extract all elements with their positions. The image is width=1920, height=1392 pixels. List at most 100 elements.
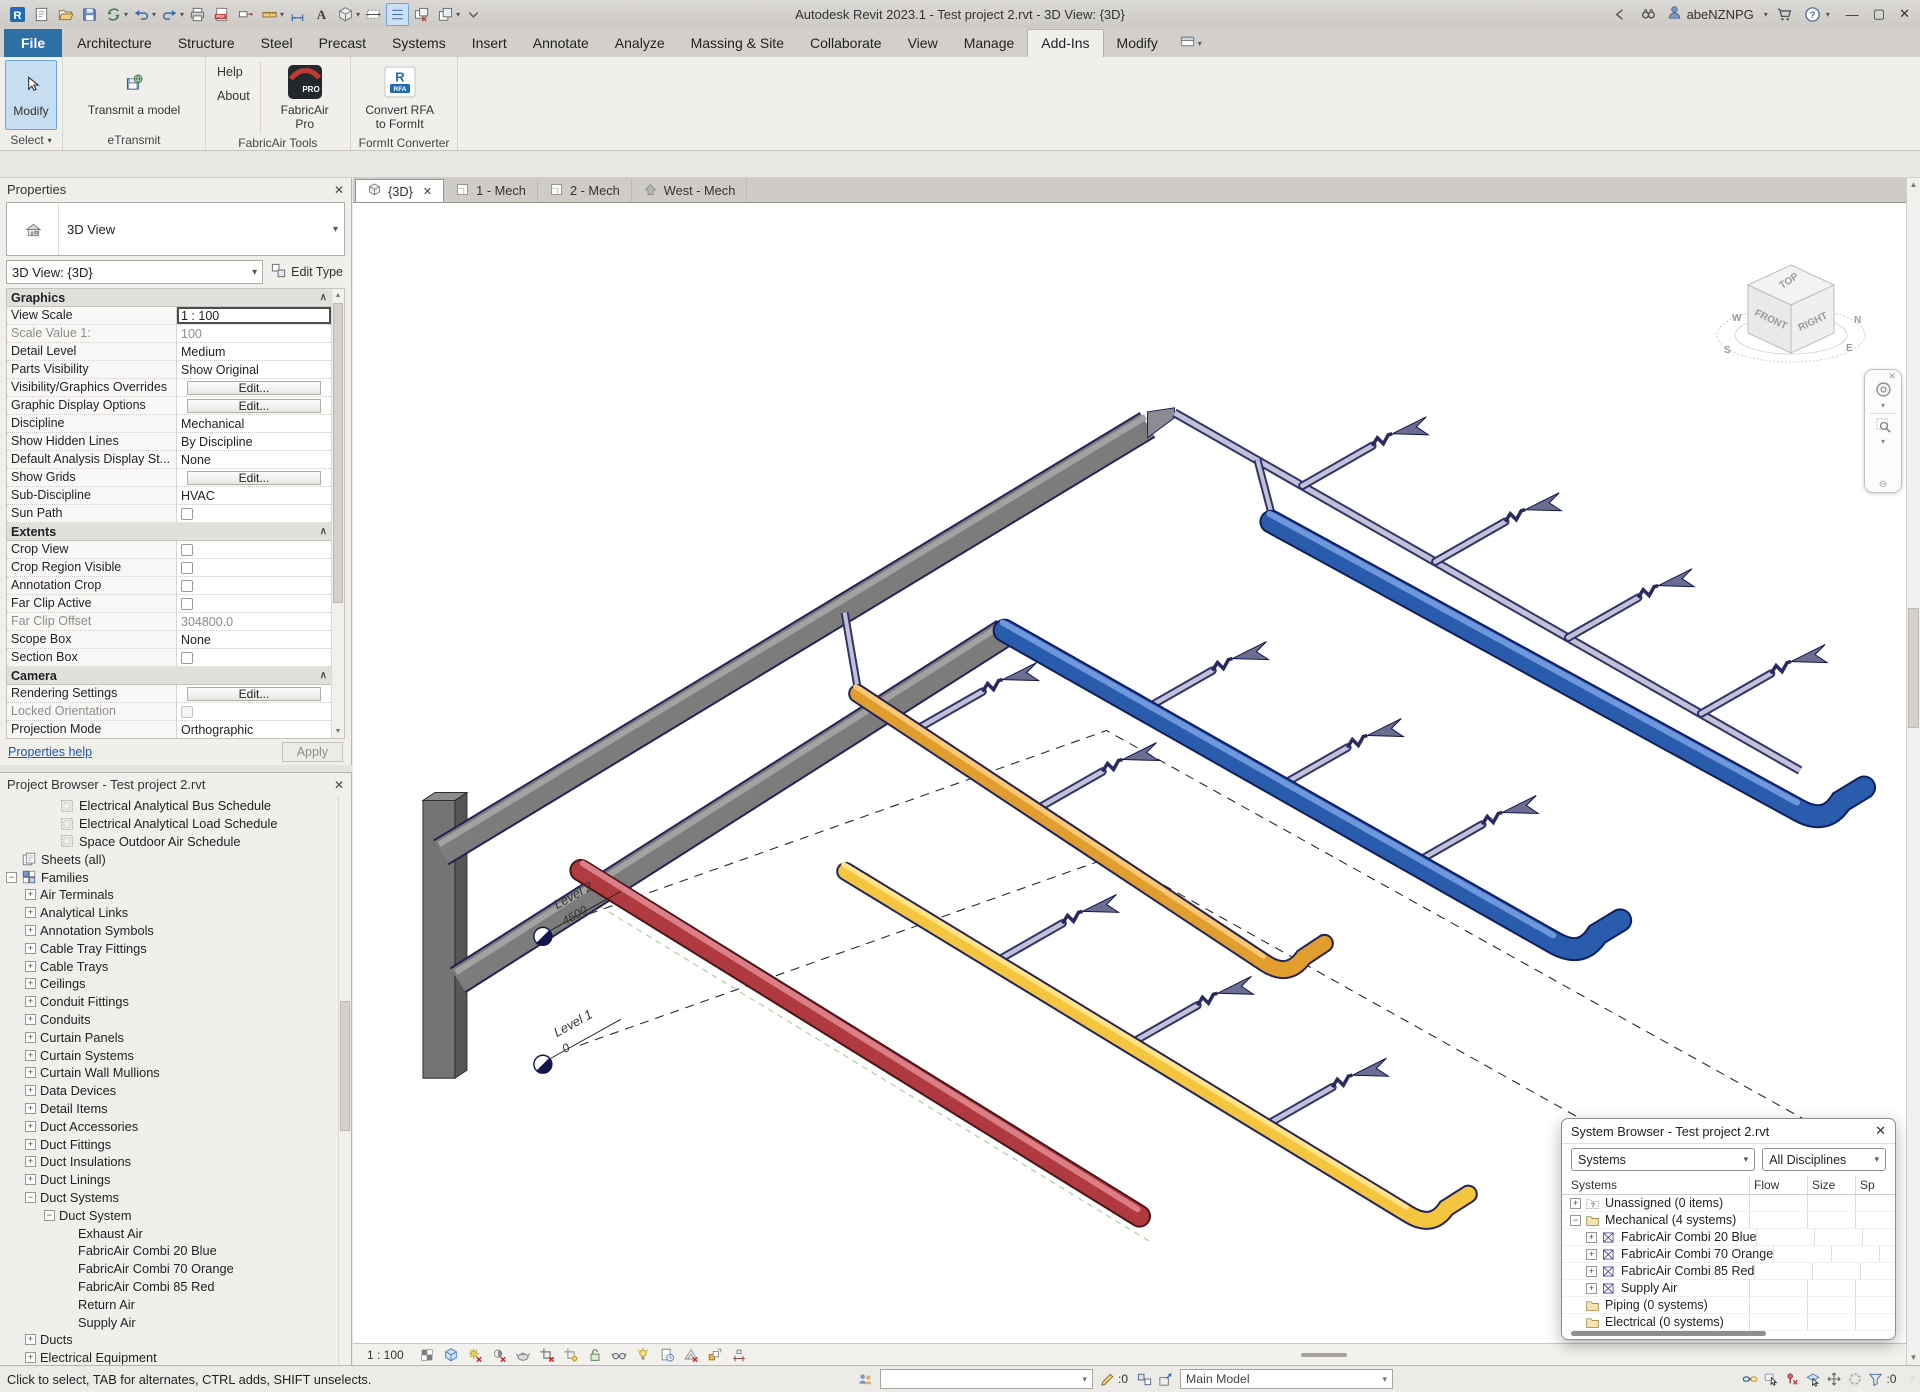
tree-expander-icon[interactable]: − [25,1192,36,1203]
ribbon-tab-collaborate[interactable]: Collaborate [797,30,895,57]
filter-icon[interactable] [1865,1369,1886,1389]
project-browser-item-analytical-links[interactable]: +Analytical Links [0,904,351,922]
tree-expander-icon[interactable]: − [6,872,17,883]
property-row-rendering-settings[interactable]: Rendering SettingsEdit... [7,685,331,703]
export-pdf-icon[interactable]: PDF [210,3,233,26]
detail-level-icon[interactable] [417,1345,438,1364]
system-browser-view-select[interactable]: Systems▾ [1571,1148,1755,1171]
tree-expander-icon[interactable]: + [25,978,36,989]
checkbox[interactable] [181,562,193,574]
select-by-face-icon[interactable] [1802,1369,1823,1389]
project-browser-item-curtain-wall-mullions[interactable]: +Curtain Wall Mullions [0,1064,351,1082]
project-browser-item-detail-items[interactable]: +Detail Items [0,1100,351,1118]
property-row-sun-path[interactable]: Sun Path [7,505,331,523]
ribbon-tab-precast[interactable]: Precast [306,30,379,57]
dropdown-arrow-icon[interactable]: ▾ [456,10,460,19]
background-processes-icon[interactable] [1844,1369,1865,1389]
undo-icon[interactable] [130,3,153,26]
property-row-projection-mode[interactable]: Projection ModeOrthographic [7,721,331,739]
maximize-button[interactable]: ▢ [1873,6,1885,22]
vertical-scrollbar[interactable]: ▲ ▼ [1906,178,1920,1365]
save-icon[interactable] [78,3,101,26]
project-browser-item-cable-tray-fittings[interactable]: +Cable Tray Fittings [0,939,351,957]
system-browser-item-unassigned-0-items[interactable]: +?Unassigned (0 items) [1562,1195,1895,1212]
ribbon-tab-steel[interactable]: Steel [248,30,306,57]
active-design-option-icon[interactable] [1155,1369,1176,1389]
project-browser-item-cable-trays[interactable]: +Cable Trays [0,957,351,975]
close-view-tab-icon[interactable]: ✕ [423,185,432,198]
tree-expander-icon[interactable]: + [25,1103,36,1114]
checkbox[interactable] [181,544,193,556]
edit-button[interactable]: Edit... [187,687,321,701]
ribbon-tab-add-ins[interactable]: Add-Ins [1027,29,1103,57]
properties-section-extents[interactable]: Extents∧ [7,523,331,541]
property-row-far-clip-active[interactable]: Far Clip Active [7,595,331,613]
rendering-dialog-icon[interactable] [513,1345,534,1364]
project-browser-item-data-devices[interactable]: +Data Devices [0,1082,351,1100]
tree-expander-icon[interactable]: + [25,1334,36,1345]
edit-button[interactable]: Edit... [187,471,321,485]
fabricair-help-button[interactable]: Help [211,65,256,79]
system-browser-item-electrical-0-systems[interactable]: Electrical (0 systems) [1562,1314,1895,1331]
select-pinned-icon[interactable] [1781,1369,1802,1389]
shadows-icon[interactable] [489,1345,510,1364]
tree-expander-icon[interactable]: + [25,1050,36,1061]
property-row-discipline[interactable]: DisciplineMechanical [7,415,331,433]
air-diffuser[interactable] [1217,976,1253,994]
zoom-tool-icon[interactable] [1875,417,1892,437]
ribbon-display-toggle[interactable]: ▾ [1179,33,1202,53]
project-browser-item-conduits[interactable]: +Conduits [0,1011,351,1029]
hide-isolate-icon[interactable] [609,1345,630,1364]
ribbon-tab-analyze[interactable]: Analyze [602,30,678,57]
horizontal-scrollbar[interactable] [1301,1353,1347,1357]
fabricair-pro-button[interactable]: PRO FabricAir Pro [265,60,345,136]
tree-expander-icon[interactable]: + [1586,1249,1597,1260]
checkbox[interactable] [181,706,193,718]
air-diffuser[interactable] [1525,493,1561,511]
project-browser-item-fabricair-combi-20-blue[interactable]: FabricAir Combi 20 Blue [0,1242,351,1260]
property-row-crop-view[interactable]: Crop View [7,541,331,559]
checkbox[interactable] [181,598,193,610]
ribbon-tab-view[interactable]: View [895,30,951,57]
project-browser-item-fabricair-combi-85-red[interactable]: FabricAir Combi 85 Red [0,1278,351,1296]
fabricair-about-button[interactable]: About [211,89,256,103]
project-browser-item-air-terminals[interactable]: +Air Terminals [0,886,351,904]
tree-expander-icon[interactable]: + [25,961,36,972]
edit-button[interactable]: Edit... [187,399,321,413]
project-browser-item-duct-accessories[interactable]: +Duct Accessories [0,1117,351,1135]
system-browser-item-fabricair-combi-20-blue[interactable]: +FabricAir Combi 20 Blue [1562,1229,1895,1246]
ribbon-tab-manage[interactable]: Manage [951,30,1028,57]
property-row-visibility-graphics-overrides[interactable]: Visibility/Graphics OverridesEdit... [7,379,331,397]
system-browser-item-piping-0-systems[interactable]: Piping (0 systems) [1562,1297,1895,1314]
project-browser-close-icon[interactable]: ✕ [334,778,344,792]
system-browser-close-icon[interactable]: ✕ [1875,1123,1886,1139]
project-browser-item-exhaust-air[interactable]: Exhaust Air [0,1224,351,1242]
navbar-close-icon[interactable]: ✕ [1888,372,1896,381]
measure-icon[interactable] [258,3,281,26]
sun-path-icon[interactable] [465,1345,486,1364]
duct-fabricair-red[interactable] [581,863,1140,1216]
tree-expander-icon[interactable]: − [44,1210,55,1221]
tree-expander-icon[interactable]: + [25,1352,36,1363]
ribbon-tab-architecture[interactable]: Architecture [64,30,165,57]
air-diffuser[interactable] [1502,795,1538,813]
ribbon-tab-annotate[interactable]: Annotate [520,30,602,57]
displacement-sets-icon[interactable] [705,1345,726,1364]
tree-expander-icon[interactable]: + [25,1032,36,1043]
property-row-section-box[interactable]: Section Box [7,649,331,667]
redo-icon[interactable] [158,3,181,26]
crop-region-icon[interactable] [561,1345,582,1364]
tree-expander-icon[interactable]: + [25,1139,36,1150]
worksets-icon[interactable] [855,1369,876,1389]
air-diffuser[interactable] [1658,569,1694,587]
system-browser-item-mechanical-4-systems[interactable]: −Mechanical (4 systems) [1562,1212,1895,1229]
ribbon-tab-massing-site[interactable]: Massing & Site [678,30,797,57]
property-row-far-clip-offset[interactable]: Far Clip Offset304800.0 [7,613,331,631]
view-tab-1-mech[interactable]: 1 - Mech [444,179,538,202]
temporary-view-properties-icon[interactable] [657,1345,678,1364]
project-browser-scrollbar[interactable] [338,796,351,1365]
project-browser-item-ducts[interactable]: +Ducts [0,1331,351,1349]
project-browser-item-supply-air[interactable]: Supply Air [0,1313,351,1331]
air-diffuser[interactable] [1123,743,1159,761]
help-icon[interactable]: ? [1802,3,1824,25]
